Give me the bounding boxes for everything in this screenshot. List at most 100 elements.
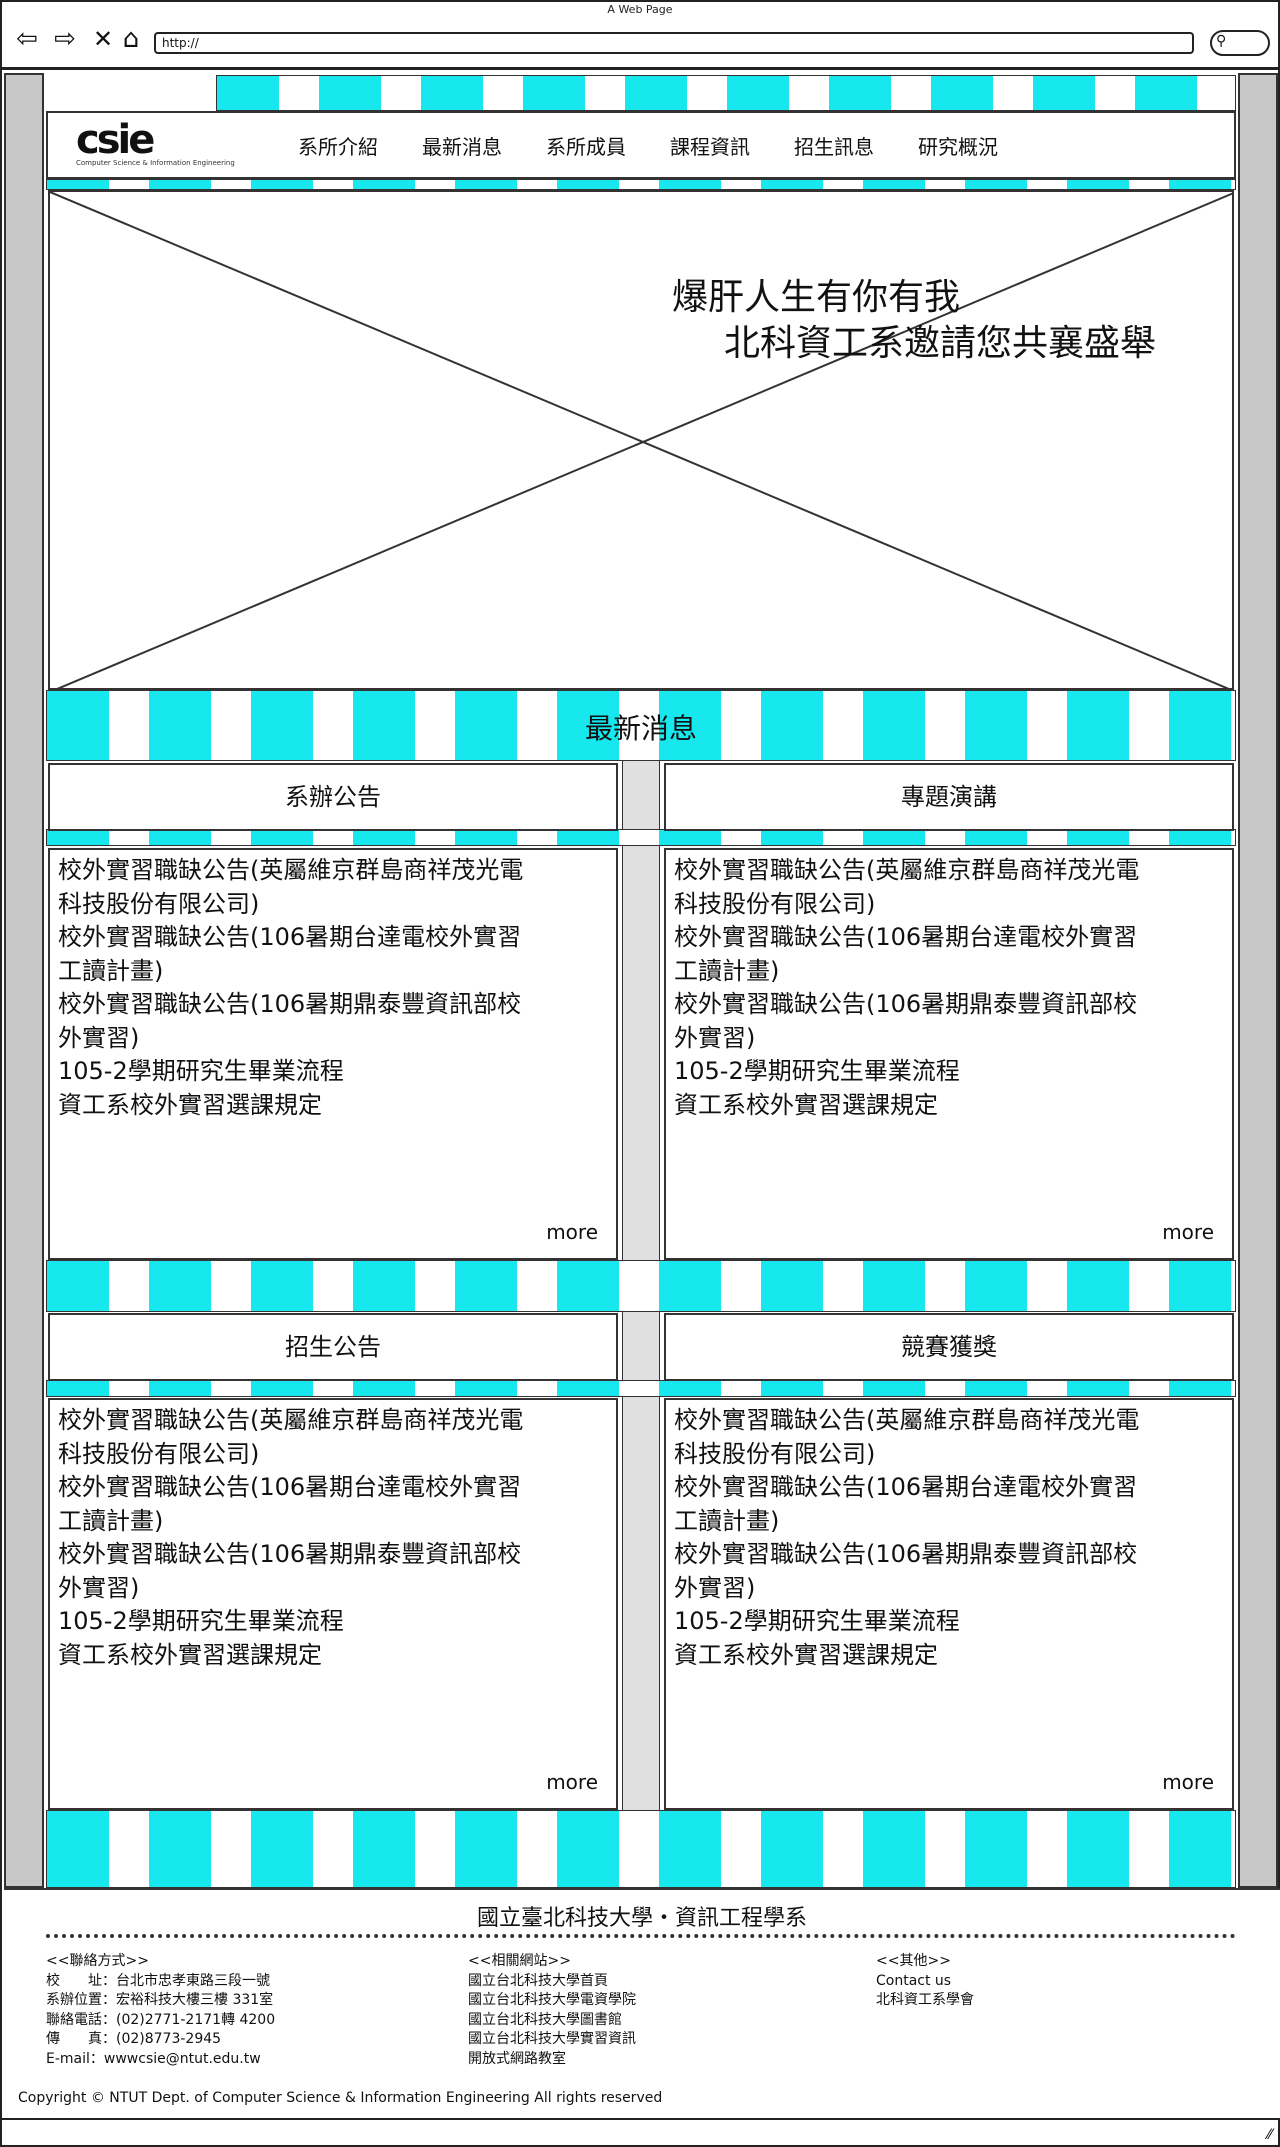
news-item[interactable]: 校外實習職缺公告(英屬維京群島商祥茂光電	[58, 1404, 608, 1438]
footer-link[interactable]: 國立台北科技大學首頁	[468, 1972, 636, 1992]
news-item[interactable]: 校外實習職缺公告(英屬維京群島商祥茂光電	[674, 854, 1224, 888]
footer-link-contact[interactable]: Contact us	[876, 1972, 974, 1992]
news-item[interactable]: 工讀計畫)	[674, 1505, 1224, 1539]
footer-contact-line: 系辦位置：宏裕科技大樓三樓 331室	[46, 1992, 274, 2008]
card-title-office-announcements[interactable]: 系辦公告	[48, 763, 618, 831]
footer-link-student-association[interactable]: 北科資工系學會	[876, 1991, 974, 2011]
nav-item-research[interactable]: 研究概況	[918, 131, 998, 160]
url-bar[interactable]: http://	[154, 32, 1194, 54]
more-link[interactable]: more	[546, 1770, 598, 1794]
news-item[interactable]: 外實習)	[674, 1022, 1224, 1056]
footer-contact-line: 校 址：台北市忠孝東路三段一號	[46, 1972, 270, 1989]
nav-item-news[interactable]: 最新消息	[422, 131, 502, 160]
news-item[interactable]: 105-2學期研究生畢業流程	[674, 1605, 1224, 1639]
left-gutter	[4, 73, 44, 1888]
footer-other-heading: <<其他>>	[876, 1953, 951, 1969]
decor-stripes	[46, 179, 1236, 190]
hero-subheadline: 北科資工系邀請您共襄盛舉	[724, 323, 1157, 364]
footer-contact-line: 聯絡電話：(02)2771-2171轉 4200	[46, 2011, 276, 2028]
news-item[interactable]: 校外實習職缺公告(106暑期台達電校外實習	[58, 921, 608, 955]
csie-logo[interactable]: csie Computer Science & Information Engi…	[76, 117, 235, 171]
decor-stripes	[46, 829, 1236, 846]
news-card-office: 校外實習職缺公告(英屬維京群島商祥茂光電 科技股份有限公司) 校外實習職缺公告(…	[48, 848, 618, 1260]
column-divider	[622, 761, 660, 1891]
news-item[interactable]: 校外實習職缺公告(英屬維京群島商祥茂光電	[58, 854, 608, 888]
back-button[interactable]: ⇦	[12, 24, 42, 54]
arrow-left-icon: ⇦	[16, 24, 38, 54]
home-button[interactable]: ⌂	[116, 24, 146, 54]
main-nav: 系所介紹 最新消息 系所成員 課程資訊 招生訊息 研究概況	[298, 131, 1042, 160]
browser-window: A Web Page ⇦ ⇨ ✕ ⌂ http:// ⚲ csie Comput…	[0, 0, 1280, 2147]
news-item[interactable]: 校外實習職缺公告(106暑期鼎泰豐資訊部校	[674, 988, 1224, 1022]
page-content: csie Computer Science & Information Engi…	[46, 73, 1236, 1891]
news-item[interactable]: 105-2學期研究生畢業流程	[58, 1605, 608, 1639]
logo-mark: csie	[76, 117, 155, 163]
site-header: csie Computer Science & Information Engi…	[46, 111, 1236, 179]
footer-divider	[46, 1934, 1236, 1938]
news-item[interactable]: 校外實習職缺公告(英屬維京群島商祥茂光電	[674, 1404, 1224, 1438]
forward-button[interactable]: ⇨	[50, 24, 80, 54]
news-item[interactable]: 資工系校外實習選課規定	[674, 1639, 1224, 1673]
more-link[interactable]: more	[546, 1220, 598, 1244]
browser-statusbar: ⁄⁄	[2, 2118, 1278, 2147]
footer-contact: <<聯絡方式>> 校 址：台北市忠孝東路三段一號 系辦位置：宏裕科技大樓三樓 3…	[46, 1952, 275, 2069]
search-icon: ⚲	[1216, 33, 1227, 49]
news-item[interactable]: 外實習)	[58, 1572, 608, 1606]
news-item[interactable]: 科技股份有限公司)	[674, 1438, 1224, 1472]
more-link[interactable]: more	[1162, 1220, 1214, 1244]
news-item[interactable]: 資工系校外實習選課規定	[58, 1639, 608, 1673]
news-item[interactable]: 工讀計畫)	[674, 955, 1224, 989]
decor-stripes	[46, 1260, 1236, 1312]
right-gutter	[1238, 73, 1278, 1888]
news-section-title: 最新消息	[584, 712, 697, 745]
nav-item-members[interactable]: 系所成員	[546, 131, 626, 160]
news-item[interactable]: 校外實習職缺公告(106暑期鼎泰豐資訊部校	[58, 988, 608, 1022]
card-title-lectures[interactable]: 專題演講	[664, 763, 1234, 831]
decor-stripes	[46, 1380, 1236, 1397]
news-card-admissions: 校外實習職缺公告(英屬維京群島商祥茂光電 科技股份有限公司) 校外實習職缺公告(…	[48, 1398, 618, 1810]
copyright-text: Copyright © NTUT Dept. of Computer Scien…	[18, 2090, 663, 2106]
close-icon: ✕	[92, 25, 114, 53]
news-item[interactable]: 105-2學期研究生畢業流程	[674, 1055, 1224, 1089]
card-title-awards[interactable]: 競賽獲獎	[664, 1313, 1234, 1381]
resize-grip-icon[interactable]: ⁄⁄	[1267, 2127, 1272, 2143]
footer-link[interactable]: 國立台北科技大學圖書館	[468, 2011, 636, 2031]
footer-contact-heading: <<聯絡方式>>	[46, 1953, 149, 1969]
footer-link[interactable]: 開放式網路教室	[468, 2050, 636, 2070]
footer-contact-line: 傳 真：(02)8773-2945	[46, 2031, 222, 2047]
site-footer: 國立臺北科技大學‧資訊工程學系 <<聯絡方式>> 校 址：台北市忠孝東路三段一號…	[4, 1888, 1280, 2118]
image-placeholder-icon	[50, 192, 1232, 688]
window-title: A Web Page	[607, 3, 673, 16]
footer-other: <<其他>> Contact us 北科資工系學會	[876, 1952, 974, 2011]
news-item[interactable]: 外實習)	[58, 1022, 608, 1056]
news-item[interactable]: 資工系校外實習選課規定	[58, 1089, 608, 1123]
news-card-awards: 校外實習職缺公告(英屬維京群島商祥茂光電 科技股份有限公司) 校外實習職缺公告(…	[664, 1398, 1234, 1810]
news-item[interactable]: 校外實習職缺公告(106暑期鼎泰豐資訊部校	[58, 1538, 608, 1572]
news-item[interactable]: 校外實習職缺公告(106暑期鼎泰豐資訊部校	[674, 1538, 1224, 1572]
stop-button[interactable]: ✕	[88, 24, 118, 54]
news-item[interactable]: 科技股份有限公司)	[674, 888, 1224, 922]
news-item[interactable]: 科技股份有限公司)	[58, 888, 608, 922]
more-link[interactable]: more	[1162, 1770, 1214, 1794]
nav-item-courses[interactable]: 課程資訊	[670, 131, 750, 160]
news-item[interactable]: 105-2學期研究生畢業流程	[58, 1055, 608, 1089]
arrow-right-icon: ⇨	[54, 24, 76, 54]
footer-link[interactable]: 國立台北科技大學電資學院	[468, 1991, 636, 2011]
news-item[interactable]: 校外實習職缺公告(106暑期台達電校外實習	[674, 921, 1224, 955]
news-item[interactable]: 校外實習職缺公告(106暑期台達電校外實習	[58, 1471, 608, 1505]
browser-search-box[interactable]: ⚲	[1210, 30, 1270, 56]
logo-subtitle: Computer Science & Information Engineeri…	[76, 159, 235, 167]
nav-item-about[interactable]: 系所介紹	[298, 131, 378, 160]
footer-contact-line: E-mail：wwwcsie@ntut.edu.tw	[46, 2050, 261, 2067]
decor-stripes	[46, 1810, 1236, 1888]
news-item[interactable]: 工讀計畫)	[58, 1505, 608, 1539]
news-item[interactable]: 資工系校外實習選課規定	[674, 1089, 1224, 1123]
news-item[interactable]: 外實習)	[674, 1572, 1224, 1606]
nav-item-admissions[interactable]: 招生訊息	[794, 131, 874, 160]
news-item[interactable]: 科技股份有限公司)	[58, 1438, 608, 1472]
news-item[interactable]: 工讀計畫)	[58, 955, 608, 989]
footer-link[interactable]: 國立台北科技大學實習資訊	[468, 2030, 636, 2050]
news-item[interactable]: 校外實習職缺公告(106暑期台達電校外實習	[674, 1471, 1224, 1505]
card-title-admissions[interactable]: 招生公告	[48, 1313, 618, 1381]
footer-related-sites: <<相關網站>> 國立台北科技大學首頁 國立台北科技大學電資學院 國立台北科技大…	[468, 1952, 636, 2069]
